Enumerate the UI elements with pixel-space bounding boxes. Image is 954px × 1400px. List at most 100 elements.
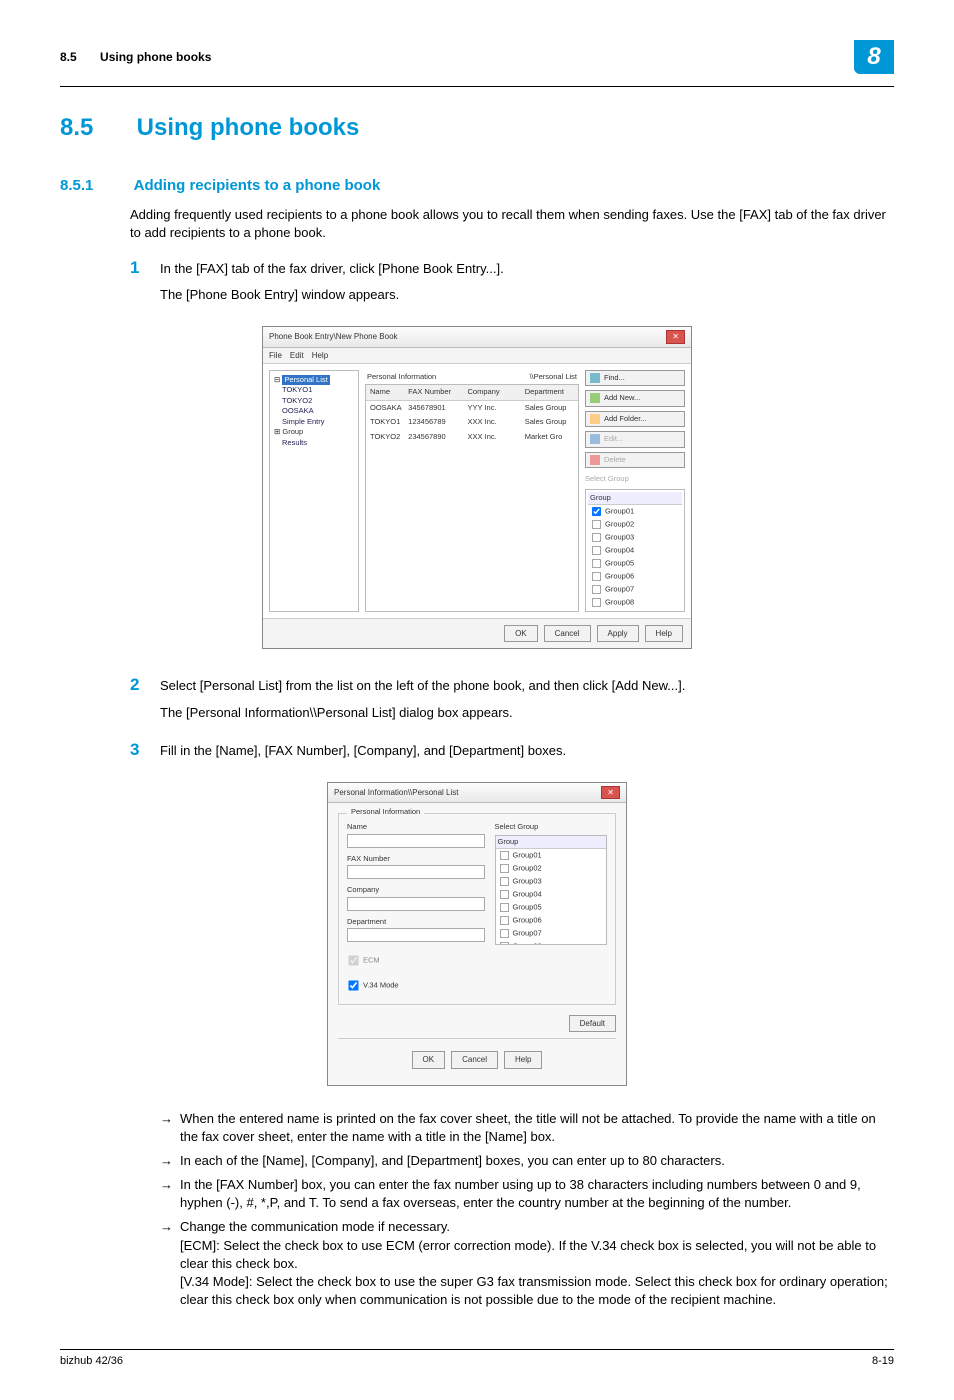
group-item[interactable]: Group01 — [496, 849, 607, 862]
group-item[interactable]: Group05 — [588, 557, 682, 570]
edit-button[interactable]: Edit... — [585, 431, 685, 448]
header-section-number: 8.5 — [60, 50, 77, 64]
find-icon — [590, 373, 600, 383]
name-input[interactable] — [347, 834, 485, 848]
delete-button[interactable]: Delete — [585, 452, 685, 469]
tree-pane[interactable]: ⊟ Personal List TOKYO1 TOKYO2 OOSAKA Sim… — [269, 370, 359, 613]
tree-node-oosaka[interactable]: OOSAKA — [274, 406, 354, 417]
footer-right: 8-19 — [872, 1354, 894, 1369]
step-1: 1 In the [FAX] tab of the fax driver, cl… — [130, 256, 894, 312]
menu-help[interactable]: Help — [312, 350, 328, 361]
ecm-checkbox-row: ECM — [347, 954, 485, 967]
v34-checkbox-row: V.34 Mode — [347, 979, 485, 992]
note-item: → Change the communication mode if neces… — [160, 1218, 894, 1309]
step-2-line2: The [Personal Information\\Personal List… — [160, 704, 894, 722]
group-item[interactable]: Group06 — [496, 914, 607, 927]
step-3: 3 Fill in the [Name], [FAX Number], [Com… — [130, 738, 894, 768]
tree-node-tokyo2[interactable]: TOKYO2 — [274, 396, 354, 407]
step-3-line1: Fill in the [Name], [FAX Number], [Compa… — [160, 742, 894, 760]
group-item[interactable]: Group08 — [588, 596, 682, 609]
page-header: 8.5 Using phone books 8 — [60, 40, 894, 74]
ok-button[interactable]: OK — [504, 625, 538, 642]
step-1-line1: In the [FAX] tab of the fax driver, clic… — [160, 260, 894, 278]
note-item: → In the [FAX Number] box, you can enter… — [160, 1176, 894, 1212]
table-row[interactable]: TOKYO1123456789XXX Inc.Sales Group — [366, 415, 578, 430]
company-row: Company — [347, 885, 485, 911]
menu-file[interactable]: File — [269, 350, 282, 361]
page-footer: bizhub 42/36 8-19 — [60, 1349, 894, 1369]
fax-input[interactable] — [347, 865, 485, 879]
company-input[interactable] — [347, 897, 485, 911]
folder-icon — [590, 414, 600, 424]
table-row[interactable]: TOKYO2234567890XXX Inc.Market Gro — [366, 430, 578, 445]
v34-checkbox[interactable] — [348, 980, 358, 990]
note-text: When the entered name is printed on the … — [180, 1110, 894, 1146]
group-list[interactable]: Group Group01 Group02 Group03 Group04 Gr… — [585, 489, 685, 613]
cancel-button[interactable]: Cancel — [451, 1051, 498, 1068]
step-2: 2 Select [Personal List] from the list o… — [130, 673, 894, 729]
group-item[interactable]: Group07 — [588, 583, 682, 596]
group-item[interactable]: Group01 — [588, 505, 682, 518]
divider — [338, 1038, 616, 1039]
group-list[interactable]: Group Group01 Group02 Group03 Group04 Gr… — [495, 835, 608, 945]
group-item[interactable]: Group03 — [588, 531, 682, 544]
col-name[interactable]: Name — [366, 385, 404, 400]
department-input[interactable] — [347, 928, 485, 942]
help-button[interactable]: Help — [645, 625, 683, 642]
help-button[interactable]: Help — [504, 1051, 542, 1068]
group-item[interactable]: Group04 — [588, 544, 682, 557]
group-item[interactable]: Group02 — [588, 518, 682, 531]
arrow-icon: → — [160, 1218, 180, 1309]
add-folder-button[interactable]: Add Folder... — [585, 411, 685, 428]
menu-edit[interactable]: Edit — [290, 350, 304, 361]
fax-row: FAX Number — [347, 854, 485, 880]
personal-info-dialog: Personal Information\\Personal List ✕ Pe… — [327, 782, 627, 1086]
ok-button[interactable]: OK — [412, 1051, 446, 1068]
add-new-button[interactable]: Add New... — [585, 390, 685, 407]
step-1-number: 1 — [130, 256, 160, 280]
group-item[interactable]: Group03 — [496, 875, 607, 888]
tree-node-tokyo1[interactable]: TOKYO1 — [274, 385, 354, 396]
close-icon[interactable]: ✕ — [601, 786, 620, 799]
col-department[interactable]: Department — [521, 385, 578, 400]
header-left: 8.5 Using phone books — [60, 49, 211, 66]
group-item[interactable]: Group02 — [496, 862, 607, 875]
tree-node-simple-entry[interactable]: Simple Entry — [274, 417, 354, 428]
col-company[interactable]: Company — [464, 385, 521, 400]
tree-group[interactable]: ⊞ Group — [274, 427, 354, 438]
ecm-checkbox[interactable] — [348, 955, 358, 965]
window-menubar: File Edit Help — [263, 348, 691, 364]
note-item: → When the entered name is printed on th… — [160, 1110, 894, 1146]
note-text: Change the communication mode if necessa… — [180, 1218, 894, 1309]
header-rule — [60, 86, 894, 87]
list-path-label: \\Personal List — [529, 372, 577, 383]
delete-icon — [590, 455, 600, 465]
recipient-table[interactable]: Name FAX Number Company Department OOSAK… — [365, 384, 579, 612]
department-label: Department — [347, 917, 485, 928]
select-group-label: Select Group — [585, 474, 685, 485]
group-item[interactable]: Group07 — [496, 927, 607, 940]
close-icon[interactable]: ✕ — [666, 330, 685, 343]
fax-label: FAX Number — [347, 854, 485, 865]
default-button[interactable]: Default — [569, 1015, 616, 1032]
select-group-label: Select Group — [495, 822, 608, 833]
group-item[interactable]: Group05 — [496, 901, 607, 914]
group-item[interactable]: Group04 — [496, 888, 607, 901]
cancel-button[interactable]: Cancel — [544, 625, 591, 642]
find-button[interactable]: Find... — [585, 370, 685, 387]
intro-paragraph: Adding frequently used recipients to a p… — [130, 206, 894, 242]
group-item[interactable]: Group06 — [588, 570, 682, 583]
tree-personal-list[interactable]: Personal List — [282, 375, 329, 386]
personal-info-label: Personal Information — [367, 372, 436, 383]
step-2-number: 2 — [130, 673, 160, 697]
fieldset-legend: Personal Information — [347, 807, 424, 818]
step-3-number: 3 — [130, 738, 160, 762]
table-row[interactable]: OOSAKA345678901YYY Inc.Sales Group — [366, 401, 578, 416]
department-row: Department — [347, 917, 485, 943]
tree-results[interactable]: Results — [274, 438, 354, 449]
side-buttons: Find... Add New... Add Folder... Edit...… — [585, 370, 685, 613]
group-item[interactable]: Group08 — [496, 940, 607, 945]
step-2-line1: Select [Personal List] from the list on … — [160, 677, 894, 695]
apply-button[interactable]: Apply — [597, 625, 639, 642]
col-fax[interactable]: FAX Number — [404, 385, 463, 400]
